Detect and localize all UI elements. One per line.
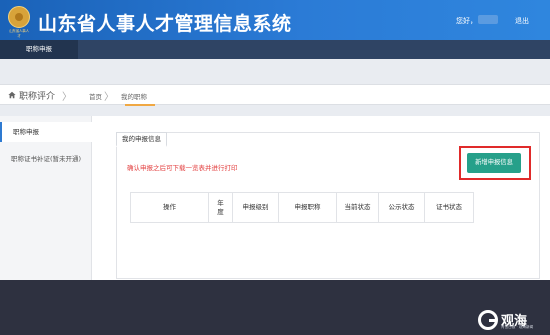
column-header-current-status: 当前状态: [337, 193, 379, 222]
sidebar-item-certificate-reissue[interactable]: 职称证书补证(暂未开通): [0, 152, 92, 166]
app-logo: 山东省人事人才: [8, 6, 30, 38]
column-header-level: 申报级别: [233, 193, 279, 222]
greeting-text: 您好，: [456, 17, 477, 25]
watermark-logo-icon: [478, 310, 498, 330]
breadcrumb-current: 我的职称: [121, 93, 147, 101]
print-notice: 确认申报之后可下载一览表并进行打印: [127, 164, 238, 172]
watermark-subtext: 青岛日报 · 观海新闻: [501, 325, 534, 329]
breadcrumb-separator-icon: 〉: [104, 92, 114, 103]
breadcrumb-active-indicator: [125, 104, 155, 106]
home-icon: [8, 91, 16, 99]
breadcrumb-separator-icon: 〉: [62, 92, 72, 103]
column-header-actions: 操作: [131, 193, 209, 222]
system-title: 山东省人事人才管理信息系统: [38, 13, 292, 35]
section-title: 职称评介: [19, 92, 56, 102]
tab-my-applications[interactable]: 我的申报信息: [116, 132, 167, 147]
applications-table-header: 操作 年度 申报级别 申报职称 当前状态 公示状态 证书状态: [130, 192, 474, 223]
watermark: 观海 青岛日报 · 观海新闻: [478, 310, 546, 332]
username-redacted: [478, 15, 498, 24]
sidebar-item-title-application[interactable]: 职称申报: [0, 122, 92, 142]
column-header-title: 申报职称: [279, 193, 337, 222]
column-header-certificate-status: 证书状态: [436, 203, 462, 211]
logo-text: 山东省人事人才: [9, 29, 29, 38]
breadcrumb-home-link[interactable]: 首页: [89, 91, 102, 101]
column-header-year: 年度: [209, 193, 233, 222]
page-footer: [0, 280, 550, 335]
logout-link[interactable]: 退出: [515, 16, 529, 26]
emblem-icon: [8, 6, 30, 28]
breadcrumb: 职称评介 〉 首页 〉 我的职称: [0, 84, 550, 106]
app-header: 山东省人事人才 山东省人事人才管理信息系统 您好， 退出: [0, 0, 550, 40]
highlight-annotation: [459, 146, 531, 180]
sidebar: 职称申报 职称证书补证(暂未开通): [0, 116, 92, 280]
column-header-publicity-status: 公示状态: [379, 193, 425, 222]
menu-item-title-application[interactable]: 职称申报: [0, 40, 78, 59]
top-menu-bar: 职称申报: [0, 40, 550, 59]
